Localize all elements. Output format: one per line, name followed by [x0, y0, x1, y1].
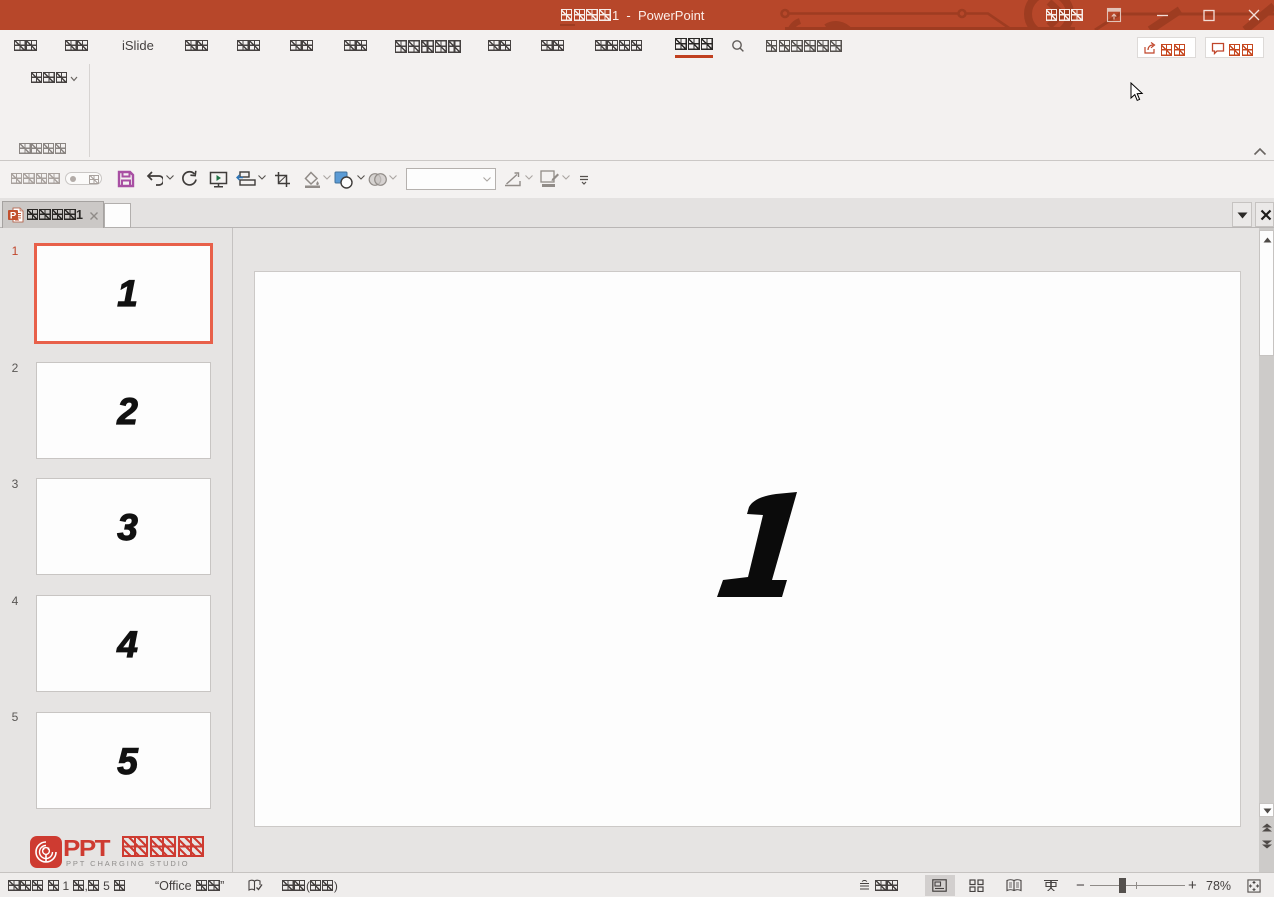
svg-text:P: P [10, 210, 17, 221]
